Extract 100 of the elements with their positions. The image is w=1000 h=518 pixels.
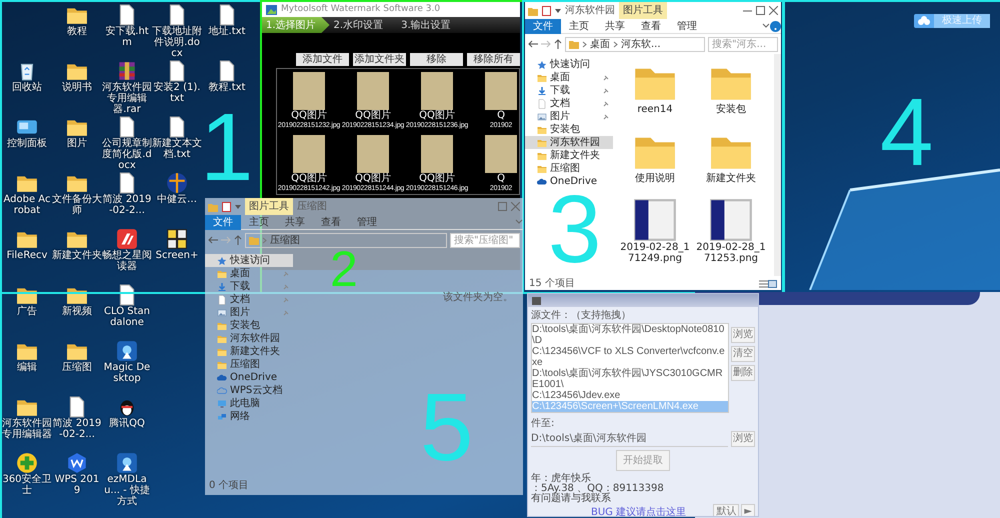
file-label[interactable]: 安装包 [716,104,746,115]
browse-button[interactable]: 浏览 [731,431,755,447]
ribbon-tab[interactable]: 查看 [633,18,669,34]
breadcrumb-item[interactable]: 压缩图 [270,232,300,248]
close-icon[interactable] [769,6,778,15]
ribbon-tab[interactable]: 文件 [525,18,561,34]
desktop-icon-label[interactable]: Magic Desktop [102,362,152,384]
address-field[interactable]: 压缩图 [245,232,447,248]
sidebar-item[interactable]: WPS云文档 [205,384,293,397]
sidebar-item[interactable]: 文档 [205,293,293,306]
file-label[interactable]: reen14 [637,104,673,115]
desktop-icon-label[interactable]: 河东软件园专用编辑器.rar [102,82,152,115]
file-list-item[interactable]: C:\123456\VCF to XLS Converter\vcfconv.exe [532,346,728,368]
file-label[interactable]: 使用说明 [635,173,675,184]
side-button[interactable]: 删除 [731,365,755,381]
desktop-icon-label[interactable]: 教程 [67,26,87,37]
desktop-icon-label[interactable]: 简波 2019-02-2... [102,194,152,216]
sidebar-item[interactable]: 新建文件夹 [525,149,613,162]
desktop-icon-label[interactable]: 河东软件园专用编辑器 [2,418,52,440]
ribbon-tab[interactable]: 共享 [597,18,633,34]
sidebar-item[interactable]: 河东软件园 [525,136,613,149]
sidebar-item[interactable]: 下载 [525,84,613,97]
footer-button[interactable]: 默认 [713,504,740,516]
maximize-icon[interactable] [756,6,765,15]
back-arrow-icon[interactable] [208,236,218,244]
sidebar-item[interactable]: OneDrive [205,371,293,384]
desktop-icon-label[interactable]: 文件备份大师 [52,194,102,216]
desktop-icon-label[interactable]: 畅想之星阅读器 [102,250,152,272]
sidebar-item[interactable]: 河东软件园 [205,332,293,345]
sidebar-item[interactable]: 压缩图 [205,358,293,371]
desktop-icon-label[interactable]: 编辑 [17,362,37,373]
sidebar-item[interactable]: 压缩图 [525,162,613,175]
sidebar-item[interactable]: 文档 [525,97,613,110]
toolbar-button[interactable]: 移除所有 [467,53,520,66]
feedback-link[interactable]: BUG 建议请点击这里 [591,504,686,516]
address-field[interactable]: 桌面 河东软... [565,36,705,52]
ribbon-tab[interactable]: 共享 [277,214,313,230]
desktop-icon-label[interactable]: 公司规章制度简化版.docx [102,138,152,171]
details-view-icon[interactable] [759,280,768,288]
ribbon-tab[interactable]: 管理 [669,18,705,34]
sidebar-item[interactable]: 此电脑 [205,397,293,410]
sidebar-item[interactable]: 安装包 [205,319,293,332]
file-list-item[interactable]: C:\123456\Jdev.exe [532,390,728,401]
desktop-icon-label[interactable]: Screen+ [156,250,198,261]
sidebar-item[interactable]: 快速访问 [205,254,293,267]
desktop-icon-label[interactable]: FileRecv [6,250,48,261]
search-field[interactable]: 搜索"压缩图" [450,232,520,248]
desktop-icon-label[interactable]: 新视频 [62,306,92,317]
desktop-icon-label[interactable]: 安装2 (1).txt [152,82,202,104]
file-label[interactable]: 2019-02-28_171253.png [695,242,767,264]
file-list-item[interactable]: D:\tools\桌面\河东软件园\DesktopNote0810\D [532,324,728,346]
search-field[interactable]: 搜索"河东... [708,36,778,52]
ribbon-tab[interactable]: 文件 [205,214,241,230]
footer-button[interactable]: ► [741,504,755,516]
desktop-icon-label[interactable]: 教程.txt [208,82,246,93]
desktop-icon-label[interactable]: 压缩图 [62,362,92,373]
ribbon-tab[interactable]: 查看 [313,214,349,230]
sidebar-item[interactable]: 下载 [205,280,293,293]
toolbar-button[interactable]: 添加文件夹 [353,53,406,66]
desktop-icon-label[interactable]: 腾讯QQ [109,418,145,429]
toolbar-button[interactable]: 移除 [410,53,463,66]
desktop-icon-label[interactable]: 新建文件夹 [52,250,102,261]
desktop-icon-label[interactable]: 安下载.htm [102,26,152,48]
desktop-icon-label[interactable]: 图片 [67,138,87,149]
sidebar-item[interactable]: 新建文件夹 [205,345,293,358]
desktop-icon-label[interactable]: Adobe Acrobat [2,194,52,216]
desktop-icon-label[interactable]: CLO Standalone [102,306,152,328]
sidebar-item[interactable]: 快速访问 [525,58,613,71]
chevron-icon[interactable] [515,218,523,226]
desktop-icon-label[interactable]: 下载地址附件说明.docx [152,26,202,59]
desktop-icon-label[interactable]: ezMDLau... - 快捷方式 [102,474,152,507]
sidebar-item[interactable]: OneDrive [525,175,613,188]
desktop-icon-label[interactable]: 中健云… [157,194,197,205]
wizard-step-tab[interactable]: 3.输出设置 [397,17,465,33]
up-arrow-icon[interactable] [234,235,242,245]
up-arrow-icon[interactable] [554,39,562,49]
desktop-icon-label[interactable]: WPS 2019 [52,474,102,496]
file-label[interactable]: 2019-02-28_171249.png [619,242,691,264]
help-icon[interactable] [770,20,781,32]
toolbar-button[interactable]: 添加文件 [296,53,349,66]
breadcrumb-item[interactable]: 桌面 [590,36,610,52]
ribbon-tab[interactable]: 管理 [349,214,385,230]
file-list-item[interactable]: D:\tools\桌面\河东软件园\JYSC3010GCMRE1001\ [532,368,728,390]
wizard-step-tab[interactable]: 2.水印设置 [330,17,398,33]
chevron-icon[interactable] [762,22,770,30]
desktop-icon-label[interactable]: 360安全卫士 [2,474,52,496]
desktop-icon-label[interactable]: 新建文本文档.txt [152,138,202,160]
sidebar-item[interactable]: 网络 [205,410,293,423]
back-arrow-icon[interactable] [528,40,538,48]
desktop-icon-label[interactable]: 简波 2019-02-2... [52,418,102,440]
desktop-icon-label[interactable]: 说明书 [62,82,92,93]
thumbnail-view-icon[interactable] [768,280,777,288]
sidebar-item[interactable]: 图片 [205,306,293,319]
sidebar-item[interactable]: 桌面 [525,71,613,84]
output-path-field[interactable]: D:\tools\桌面\河东软件园 [531,431,728,447]
sidebar-item[interactable]: 桌面 [205,267,293,280]
desktop-icon-label[interactable]: 回收站 [12,82,42,93]
breadcrumb-item[interactable]: 河东软... [621,36,661,52]
file-label[interactable]: 新建文件夹 [706,173,756,184]
desktop-icon-label[interactable]: 地址.txt [208,26,246,37]
